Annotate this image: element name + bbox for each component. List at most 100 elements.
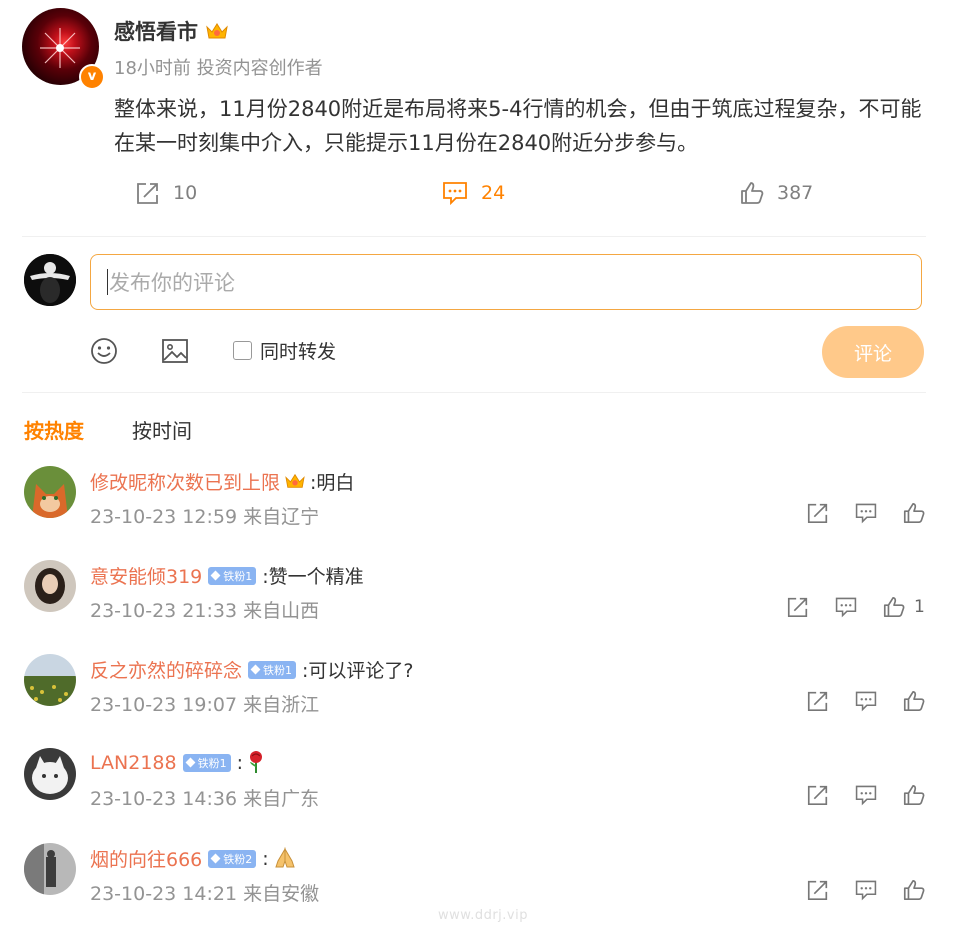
comment-line: LAN2188 铁粉1 :	[90, 750, 265, 775]
commenter-name[interactable]: 反之亦然的碎碎念	[90, 656, 242, 683]
comment-actions	[782, 878, 926, 902]
repost-checkbox[interactable]	[233, 341, 252, 360]
commenter-avatar[interactable]	[24, 654, 76, 706]
praying-hands-icon	[273, 847, 297, 870]
comment-time: 23-10-23 19:07 来自浙江	[90, 694, 320, 716]
post-author-row: 感悟看市	[114, 16, 229, 46]
comment-actions	[782, 689, 926, 713]
comment-time: 23-10-23 14:21 来自安徽	[90, 883, 320, 905]
comment-line: 修改昵称次数已到上限 :明白	[90, 468, 354, 495]
commenter-name[interactable]: 修改昵称次数已到上限	[90, 468, 280, 495]
text-caret	[107, 269, 108, 295]
post-author-name[interactable]: 感悟看市	[114, 20, 198, 44]
submit-comment-button[interactable]: 评论	[822, 326, 924, 378]
diamond-icon	[210, 570, 221, 581]
comment-time: 23-10-23 12:59 来自辽宁	[90, 506, 320, 528]
post-meta: 18小时前 投资内容创作者	[114, 54, 323, 80]
divider	[22, 236, 926, 237]
image-upload-button[interactable]	[160, 336, 190, 366]
fan-level-badge: 铁粉1	[182, 753, 231, 772]
fan-level-badge: 铁粉2	[208, 849, 257, 868]
comment-text: :赞一个精准	[262, 566, 364, 588]
field-avatar-graphic	[24, 654, 76, 706]
comment-actions	[782, 501, 926, 525]
my-avatar-graphic	[24, 254, 76, 306]
fan-level-text: 铁粉1	[223, 569, 253, 583]
comment-time: 23-10-23 14:36 来自广东	[90, 788, 320, 810]
divider	[22, 392, 926, 393]
emoji-button[interactable]	[89, 336, 119, 366]
thumbs-up-icon[interactable]	[902, 689, 926, 713]
crown-icon	[284, 471, 306, 493]
comment-icon[interactable]	[854, 689, 878, 713]
comment-time: 23-10-23 21:33 来自山西	[90, 600, 320, 622]
comment-input[interactable]: 发布你的评论	[90, 254, 922, 310]
fan-level-badge: 铁粉1	[248, 660, 297, 679]
comment-icon[interactable]	[854, 501, 878, 525]
repost-icon[interactable]	[806, 501, 830, 525]
cat-avatar-graphic	[24, 748, 76, 800]
comment-count: 24	[481, 182, 506, 204]
commenter-avatar[interactable]	[24, 466, 76, 518]
commenter-name[interactable]: LAN2188	[90, 752, 177, 774]
watermark: www.ddrj.vip	[438, 908, 528, 923]
repost-icon[interactable]	[806, 689, 830, 713]
commenter-avatar[interactable]	[24, 748, 76, 800]
thumbs-up-icon[interactable]	[902, 878, 926, 902]
author-tag: 投资内容创作者	[196, 58, 323, 79]
thumbs-up-icon[interactable]	[902, 501, 926, 525]
verified-icon: v	[79, 64, 105, 90]
commenter-name[interactable]: 意安能倾319	[90, 562, 202, 589]
repost-icon[interactable]	[786, 595, 810, 619]
comment-button[interactable]: 24	[441, 180, 505, 206]
thumbs-up-icon[interactable]	[882, 595, 906, 619]
comment-like-count: 1	[914, 597, 925, 617]
person-avatar-graphic	[24, 560, 76, 612]
diamond-icon	[185, 757, 196, 768]
comment-text: :明白	[310, 472, 355, 494]
crown-icon	[205, 23, 229, 44]
tab-sort-hot[interactable]: 按热度	[24, 415, 84, 444]
street-avatar-graphic	[24, 843, 76, 895]
repost-checkbox-row[interactable]: 同时转发	[233, 337, 336, 364]
diamond-icon	[210, 853, 221, 864]
repost-icon	[137, 183, 158, 204]
comment-line: 反之亦然的碎碎念 铁粉1 :可以评论了?	[90, 656, 414, 683]
comment-icon	[443, 182, 467, 206]
like-button[interactable]: 387	[739, 180, 813, 206]
my-avatar[interactable]	[24, 254, 76, 306]
fan-level-text: 铁粉1	[197, 756, 227, 770]
commenter-name[interactable]: 烟的向往666	[90, 845, 202, 872]
image-icon	[162, 339, 188, 363]
comment-icon[interactable]	[834, 595, 858, 619]
comment-text: :可以评论了?	[302, 660, 414, 682]
smiley-icon	[91, 338, 117, 364]
commenter-avatar[interactable]	[24, 843, 76, 895]
comment-text: :	[262, 847, 269, 870]
repost-icon[interactable]	[806, 878, 830, 902]
repost-checkbox-label: 同时转发	[260, 341, 337, 363]
comment-icon[interactable]	[854, 878, 878, 902]
repost-icon[interactable]	[806, 783, 830, 807]
fan-level-text: 铁粉1	[263, 663, 293, 677]
repost-count: 10	[173, 182, 198, 204]
comment-icon[interactable]	[854, 783, 878, 807]
comment-text: :	[236, 751, 243, 774]
tab-sort-time[interactable]: 按时间	[132, 415, 192, 444]
comment-input-placeholder: 发布你的评论	[109, 271, 235, 295]
repost-button[interactable]: 10	[135, 180, 197, 206]
fan-level-badge: 铁粉1	[208, 566, 257, 585]
like-count: 387	[777, 182, 814, 204]
commenter-avatar[interactable]	[24, 560, 76, 612]
diamond-icon	[250, 664, 261, 675]
post-time: 18小时前	[114, 58, 191, 79]
comment-actions: 1	[762, 595, 925, 619]
rose-icon	[247, 750, 265, 775]
thumbs-up-icon	[741, 182, 764, 204]
fan-level-text: 铁粉2	[223, 852, 253, 866]
comment-line: 意安能倾319 铁粉1 :赞一个精准	[90, 562, 364, 589]
thumbs-up-icon[interactable]	[902, 783, 926, 807]
comment-actions	[782, 783, 926, 807]
fox-avatar-graphic	[24, 466, 76, 518]
post-body: 整体来说，11月份2840附近是布局将来5-4行情的机会，但由于筑底过程复杂，不…	[114, 97, 922, 155]
